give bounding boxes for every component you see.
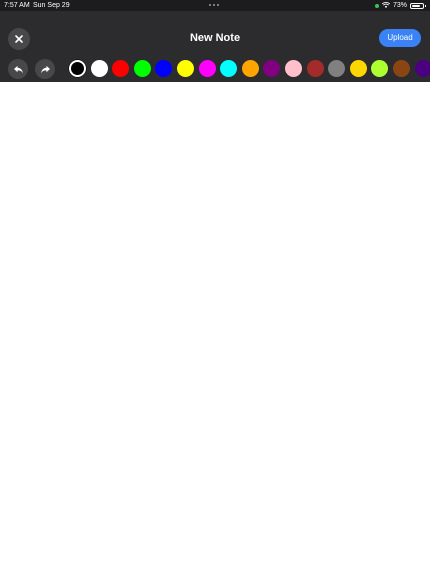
- status-right: 73%: [374, 0, 426, 11]
- color-swatch[interactable]: [392, 60, 410, 77]
- color-swatch[interactable]: [284, 60, 302, 77]
- camera-indicator-icon: [374, 3, 379, 8]
- battery-icon: [410, 2, 426, 9]
- color-swatch[interactable]: [306, 60, 324, 77]
- multitasking-dots-icon[interactable]: [209, 4, 219, 6]
- color-swatch[interactable]: [90, 60, 108, 77]
- color-swatch[interactable]: [241, 60, 259, 77]
- redo-icon: [40, 65, 50, 74]
- color-palette: [69, 60, 430, 77]
- wifi-icon: [381, 2, 390, 8]
- color-swatch[interactable]: [220, 60, 238, 77]
- color-swatch[interactable]: [263, 60, 281, 77]
- page-title: New Note: [189, 32, 241, 44]
- status-bar: 7:57 AM Sun Sep 29 73%: [0, 0, 430, 11]
- status-date: Sun Sep 29: [33, 2, 70, 9]
- color-swatch[interactable]: [133, 60, 151, 77]
- note-toolbar: New Note Upload: [0, 11, 430, 82]
- color-swatch[interactable]: [69, 60, 86, 77]
- drawing-canvas[interactable]: [0, 82, 430, 573]
- redo-button[interactable]: [35, 59, 55, 79]
- color-swatch[interactable]: [155, 60, 173, 77]
- color-swatch[interactable]: [198, 60, 216, 77]
- battery-percentage: 73%: [392, 2, 407, 9]
- color-swatch[interactable]: [328, 60, 346, 77]
- color-swatch[interactable]: [371, 60, 389, 77]
- color-swatch[interactable]: [414, 60, 430, 77]
- color-swatch[interactable]: [176, 60, 194, 77]
- status-time: 7:57 AM: [4, 2, 30, 9]
- undo-button[interactable]: [8, 59, 28, 79]
- undo-icon: [13, 65, 23, 74]
- color-swatch[interactable]: [349, 60, 367, 77]
- color-swatch[interactable]: [112, 60, 130, 77]
- upload-button[interactable]: Upload: [379, 29, 421, 47]
